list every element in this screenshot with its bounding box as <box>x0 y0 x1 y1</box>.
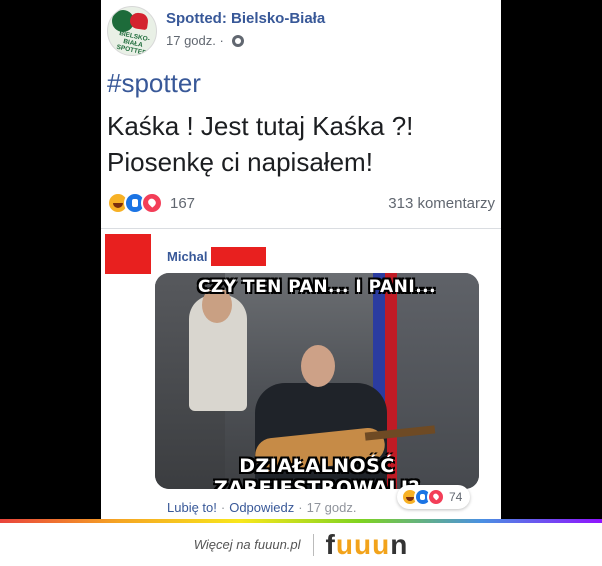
footer-text: Więcej na fuuun.pl <box>193 537 301 552</box>
dot-separator: · <box>215 33 224 48</box>
like-comment-link[interactable]: Lubię to! <box>167 500 217 515</box>
comments-count-link[interactable]: 313 komentarzy <box>388 195 495 212</box>
reactions-summary[interactable]: 167 <box>107 192 195 214</box>
watermark-footer: Więcej na fuuun.pl fuuun <box>0 523 602 566</box>
commenter-name[interactable]: Michal <box>167 249 207 264</box>
page-avatar[interactable]: BIELSKO-BIAŁA SPOTTED <box>107 6 157 56</box>
dot-separator: · <box>298 500 303 515</box>
logo-n: n <box>390 528 409 560</box>
love-icon <box>141 192 163 214</box>
love-icon <box>427 488 445 506</box>
comment-actions: Lubię to! · Odpowiedz · 17 godz. <box>167 500 356 515</box>
reactions-bar: 167 313 komentarzy <box>107 192 495 214</box>
post-header: BIELSKO-BIAŁA SPOTTED Spotted: Bielsko-B… <box>107 6 325 56</box>
facebook-post: BIELSKO-BIAŁA SPOTTED Spotted: Bielsko-B… <box>101 0 501 520</box>
meme-bottom-caption: DZIAŁALNOŚĆ ZAREJESTROWALI? <box>213 455 421 489</box>
hashtag-link[interactable]: #spotter <box>107 68 201 99</box>
comment-meme-image[interactable]: CZY TEN PAN... I PANI... DZIAŁALNOŚĆ ZAR… <box>155 273 479 489</box>
comment-time[interactable]: 17 godz. <box>307 500 357 515</box>
name-redaction-box <box>211 247 267 266</box>
reaction-count: 167 <box>170 194 196 212</box>
post-text-line-2: Piosenkę ci napisałem! <box>107 147 373 177</box>
meme-top-caption: CZY TEN PAN... I PANI... <box>197 277 437 297</box>
fuuun-logo: fuuun <box>326 529 409 561</box>
logo-uuu: uuu <box>335 528 391 560</box>
reply-link[interactable]: Odpowiedz <box>229 500 294 515</box>
dot-separator: · <box>220 500 226 515</box>
commenter-name-row: Michal <box>167 247 267 266</box>
comment-reaction-count: 74 <box>449 490 463 504</box>
page-name-link[interactable]: Spotted: Bielsko-Biała <box>166 10 325 27</box>
logo-f: f <box>325 528 336 560</box>
comment-reactions[interactable]: 74 <box>397 485 471 509</box>
divider <box>101 228 501 229</box>
post-text-line-1: Kaśka ! Jest tutaj Kaśka ?! <box>107 111 414 141</box>
post-meta: 17 godz. · <box>166 33 325 48</box>
globe-icon <box>231 34 244 47</box>
commenter-avatar[interactable] <box>105 234 151 274</box>
avatar-logo-text: BIELSKO-BIAŁA SPOTTED <box>115 30 151 56</box>
footer-divider <box>312 533 314 556</box>
post-time[interactable]: 17 godz. <box>166 33 216 48</box>
avatar-heart-icon <box>128 11 150 31</box>
guitarist-head <box>301 345 335 387</box>
post-text: Kaśka ! Jest tutaj Kaśka ?! Piosenkę ci … <box>107 108 497 180</box>
